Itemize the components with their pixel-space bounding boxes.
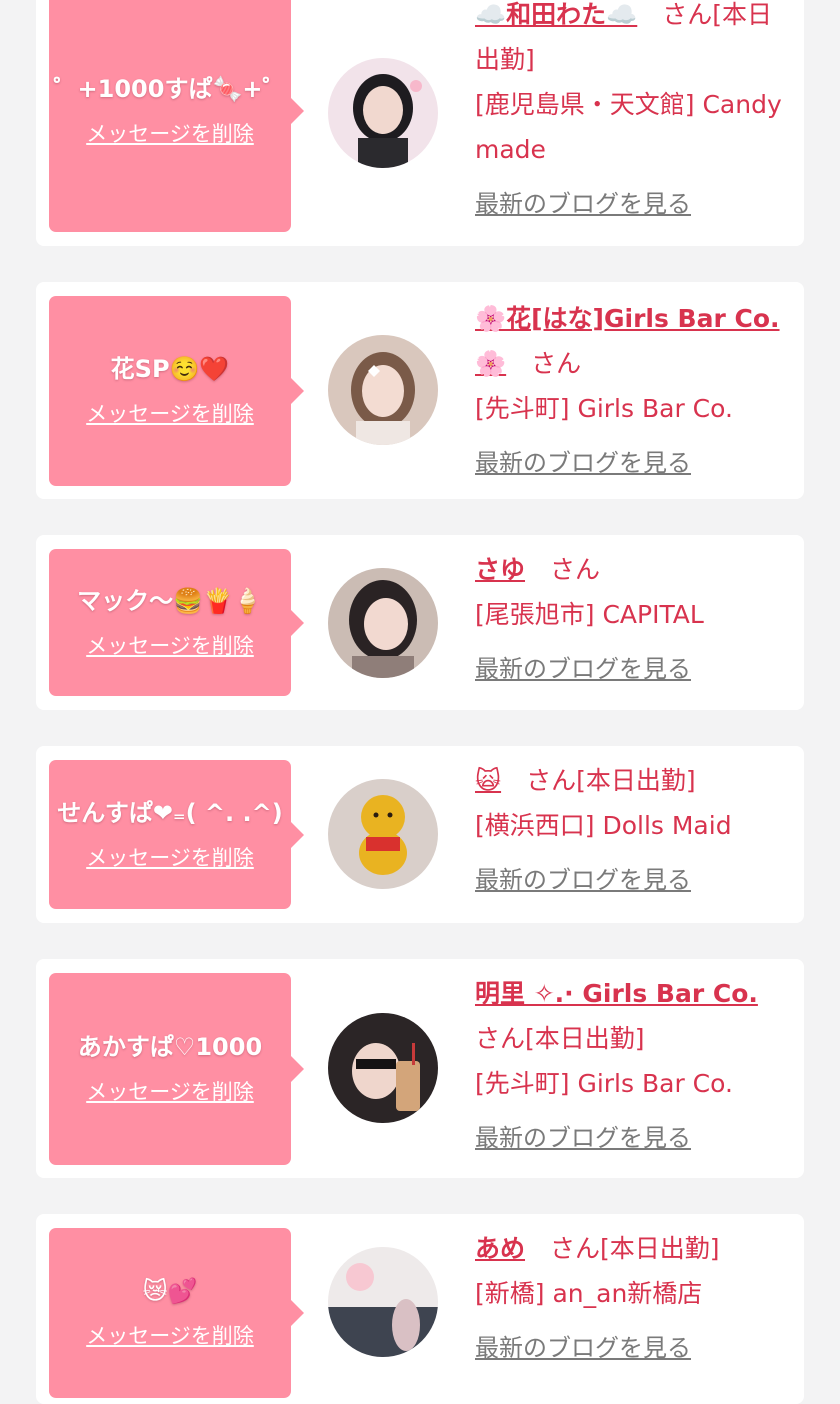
cast-honorific: さん [525,555,601,584]
shop-name: [横浜西口] Dolls Maid [475,811,732,840]
cast-name-link[interactable]: さゆ [475,555,525,584]
latest-blog-link[interactable]: 最新のブログを見る [475,1326,793,1371]
avatar[interactable] [328,1247,438,1357]
latest-blog-link[interactable]: 最新のブログを見る [475,441,793,486]
cast-name-link[interactable]: あめ [475,1234,525,1263]
message-text: あかすぱ♡1000 [77,1033,263,1061]
message-text: ゜+1000すぱ🍬+゜ [53,75,287,103]
delete-message-link[interactable]: メッセージを削除 [86,398,254,428]
message-text: 花SP☺️❤️ [110,355,230,383]
message-card: ゜+1000すぱ🍬+゜ メッセージを削除 ☁️和田わた☁️ さん[本日出勤] [… [36,0,804,246]
cast-honorific: さん[本日出勤] [501,766,696,795]
avatar[interactable] [328,779,438,889]
cast-info: ☁️和田わた☁️ さん[本日出勤] [鹿児島県・天文館] Candy made … [475,0,793,227]
delete-message-link[interactable]: メッセージを削除 [86,842,254,872]
latest-blog-link[interactable]: 最新のブログを見る [475,1116,793,1161]
message-bubble: せんすぱ❤︎₌( ^. .^) メッセージを削除 [49,760,304,909]
delete-message-link[interactable]: メッセージを削除 [86,1076,254,1106]
delete-message-link[interactable]: メッセージを削除 [86,118,254,148]
cast-honorific: さん[本日出勤] [475,1024,645,1053]
cast-info: さゆ さん [尾張旭市] CAPITAL 最新のブログを見る [475,547,793,692]
cast-info: 明里 ✧.· Girls Bar Co. さん[本日出勤] [先斗町] Girl… [475,971,793,1161]
message-text: せんすぱ❤︎₌( ^. .^) [57,798,283,827]
message-card: マック〜🍔🍟🍦 メッセージを削除 さゆ さん [尾張旭市] CAPITAL 最新… [36,535,804,710]
message-card: せんすぱ❤︎₌( ^. .^) メッセージを削除 🙀 さん[本日出勤] [横浜西… [36,746,804,923]
avatar[interactable] [328,568,438,678]
cast-info: あめ さん[本日出勤] [新橋] an_an新橋店 最新のブログを見る [475,1226,793,1371]
avatar[interactable] [328,1013,438,1123]
cast-name-link[interactable]: 🙀 [475,766,501,795]
message-card: 😿💕 メッセージを削除 あめ さん[本日出勤] [新橋] an_an新橋店 最新… [36,1214,804,1404]
avatar[interactable] [328,58,438,168]
delete-message-link[interactable]: メッセージを削除 [86,1320,254,1350]
cast-name-link[interactable]: 明里 ✧.· Girls Bar Co. [475,979,758,1008]
message-bubble: 😿💕 メッセージを削除 [49,1228,304,1398]
latest-blog-link[interactable]: 最新のブログを見る [475,182,793,227]
message-bubble: ゜+1000すぱ🍬+゜ メッセージを削除 [49,0,304,232]
shop-name: [先斗町] Girls Bar Co. [475,394,733,423]
shop-name: [先斗町] Girls Bar Co. [475,1069,733,1098]
message-bubble: 花SP☺️❤️ メッセージを削除 [49,296,304,486]
cast-honorific: さん[本日出勤] [525,1234,720,1263]
message-card: あかすぱ♡1000 メッセージを削除 明里 ✧.· Girls Bar Co. … [36,959,804,1178]
message-bubble: あかすぱ♡1000 メッセージを削除 [49,973,304,1165]
message-text: 😿💕 [142,1277,198,1305]
shop-name: [尾張旭市] CAPITAL [475,600,704,629]
cast-info: 🙀 さん[本日出勤] [横浜西口] Dolls Maid 最新のブログを見る [475,758,793,903]
cast-info: 🌸花[はな]Girls Bar Co.🌸 さん [先斗町] Girls Bar … [475,296,793,486]
cast-name-link[interactable]: ☁️和田わた☁️ [475,0,637,29]
avatar[interactable] [328,335,438,445]
latest-blog-link[interactable]: 最新のブログを見る [475,858,793,903]
latest-blog-link[interactable]: 最新のブログを見る [475,647,793,692]
message-text: マック〜🍔🍟🍦 [77,586,263,615]
cast-honorific: さん [506,349,582,378]
message-bubble: マック〜🍔🍟🍦 メッセージを削除 [49,549,304,696]
message-card: 花SP☺️❤️ メッセージを削除 🌸花[はな]Girls Bar Co.🌸 さん… [36,282,804,499]
shop-name: [新橋] an_an新橋店 [475,1279,703,1308]
shop-name: [鹿児島県・天文館] Candy made [475,90,782,164]
delete-message-link[interactable]: メッセージを削除 [86,630,254,660]
